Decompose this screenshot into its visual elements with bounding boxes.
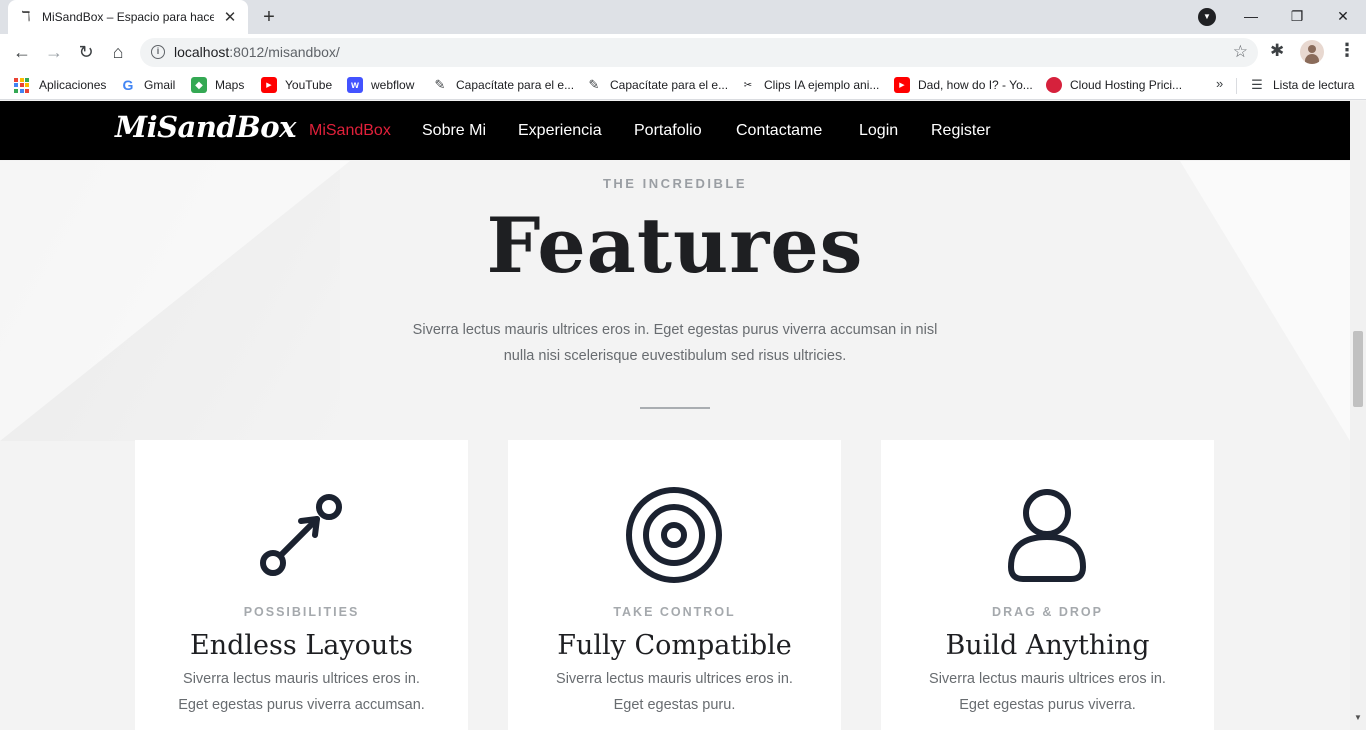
- scrollbar-thumb[interactable]: [1353, 331, 1363, 407]
- browser-toolbar: ← → ↻ ⌂ i localhost:8012/misandbox/ ☆: [0, 34, 1366, 70]
- more-bookmarks-icon[interactable]: »: [1216, 76, 1223, 91]
- site-logo[interactable]: MiSandBox: [115, 110, 296, 144]
- back-icon[interactable]: ←: [11, 41, 33, 63]
- webflow-icon: w: [347, 77, 363, 93]
- new-tab-icon[interactable]: +: [258, 6, 280, 28]
- cloud-hosting-icon: [1046, 77, 1062, 93]
- browser-tab-strip: ℸ MiSandBox – Espacio para hacer ✕ + ▼ —…: [0, 0, 1366, 34]
- reading-list-icon: ☰: [1251, 77, 1263, 92]
- browser-tab[interactable]: ℸ MiSandBox – Espacio para hacer ✕: [8, 0, 248, 34]
- bookmark-apps[interactable]: Aplicaciones: [14, 76, 106, 94]
- card-description: Siverra lectus mauris ultrices eros in. E…: [178, 671, 425, 713]
- edit-doc-icon: ✎: [434, 77, 446, 92]
- bookmark-star-icon[interactable]: ☆: [1233, 42, 1248, 62]
- card-eyebrow: TAKE CONTROL: [613, 605, 736, 619]
- restore-icon[interactable]: ❐: [1282, 5, 1312, 27]
- youtube-icon: ▶: [261, 77, 277, 93]
- bookmarks-divider: [1236, 78, 1237, 94]
- youtube-icon: ▶: [894, 77, 910, 93]
- nav-login[interactable]: Login: [859, 122, 898, 140]
- card-eyebrow: DRAG & DROP: [992, 605, 1103, 619]
- target-icon: [626, 487, 722, 583]
- edit-doc-icon: ✎: [588, 77, 600, 92]
- minimize-icon[interactable]: —: [1236, 5, 1266, 27]
- feature-card-build-anything: DRAG & DROP Build Anything Siverra lectu…: [881, 440, 1214, 730]
- features-eyebrow: THE INCREDIBLE: [602, 176, 748, 191]
- reading-list[interactable]: ☰ Lista de lectura: [1249, 76, 1354, 94]
- tab-title: MiSandBox – Espacio para hacer: [42, 10, 214, 24]
- bookmark-gmail[interactable]: G Gmail: [120, 76, 176, 94]
- bookmark-cloud-hosting[interactable]: Cloud Hosting Prici...: [1046, 76, 1182, 94]
- address-bar[interactable]: i localhost:8012/misandbox/ ☆: [140, 38, 1258, 67]
- bookmark-dad-how-do-i[interactable]: ▶ Dad, how do I? - Yo...: [894, 76, 1033, 94]
- connect-nodes-icon: [260, 494, 342, 576]
- features-title: Features: [486, 201, 864, 290]
- tab-search-icon[interactable]: ▼: [1198, 8, 1216, 26]
- card-title: Build Anything: [945, 630, 1150, 661]
- apps-icon: [14, 77, 29, 93]
- user-icon: [1008, 489, 1086, 582]
- feature-card-fully-compatible: TAKE CONTROL Fully Compatible Siverra le…: [508, 440, 841, 730]
- bookmark-youtube[interactable]: ▶ YouTube: [261, 76, 332, 94]
- nav-portafolio[interactable]: Portafolio: [634, 122, 702, 140]
- card-eyebrow: POSSIBILITIES: [243, 605, 360, 619]
- clips-icon: ✂: [743, 79, 753, 91]
- features-description: Siverra lectus mauris ultrices eros in. …: [412, 322, 938, 364]
- maps-icon: ◆: [191, 77, 207, 93]
- nav-misandbox[interactable]: MiSandBox: [309, 122, 391, 140]
- close-tab-icon[interactable]: ✕: [222, 8, 238, 26]
- google-icon: G: [122, 77, 134, 93]
- card-title: Endless Layouts: [190, 630, 413, 661]
- card-description: Siverra lectus mauris ultrices eros in. E…: [556, 671, 793, 713]
- nav-experiencia[interactable]: Experiencia: [518, 122, 602, 140]
- bookmark-capacitate-1[interactable]: ✎ Capacítate para el e...: [432, 76, 575, 94]
- bookmark-maps[interactable]: ◆ Maps: [191, 76, 244, 94]
- nav-contactame[interactable]: Contactame: [736, 122, 822, 140]
- bookmarks-bar: Aplicaciones G Gmail ◆ Maps ▶ YouTube w …: [0, 70, 1366, 100]
- reload-icon[interactable]: ↻: [75, 41, 97, 63]
- forward-icon[interactable]: →: [43, 41, 65, 63]
- site-navbar: MiSandBox MiSandBox Sobre Mi Experiencia…: [0, 101, 1350, 160]
- bookmark-capacitate-2[interactable]: ✎ Capacítate para el e...: [586, 76, 729, 94]
- home-icon[interactable]: ⌂: [107, 41, 129, 63]
- page-viewport: MiSandBox MiSandBox Sobre Mi Experiencia…: [0, 101, 1350, 730]
- url-text: localhost:8012/misandbox/: [174, 44, 340, 60]
- feature-card-endless-layouts: POSSIBILITIES Endless Layouts Siverra le…: [135, 440, 468, 730]
- card-description: Siverra lectus mauris ultrices eros in. E…: [929, 671, 1166, 713]
- nav-register[interactable]: Register: [931, 122, 991, 140]
- section-divider: [640, 407, 710, 409]
- extensions-icon[interactable]: ✱: [1270, 41, 1284, 61]
- profile-avatar-icon[interactable]: [1300, 40, 1324, 64]
- site-favicon-icon: ℸ: [21, 9, 31, 25]
- close-window-icon[interactable]: ✕: [1328, 5, 1358, 27]
- scroll-down-arrow-icon[interactable]: ▼: [1354, 713, 1362, 722]
- nav-sobre-mi[interactable]: Sobre Mi: [422, 122, 486, 140]
- page-scrollbar[interactable]: ▼: [1350, 101, 1366, 730]
- browser-menu-icon[interactable]: ⋮: [1338, 40, 1356, 61]
- card-title: Fully Compatible: [557, 630, 792, 661]
- info-icon[interactable]: i: [151, 45, 165, 59]
- bookmark-webflow[interactable]: w webflow: [347, 76, 414, 94]
- bookmark-clips-ia[interactable]: ✂ Clips IA ejemplo ani...: [740, 76, 880, 94]
